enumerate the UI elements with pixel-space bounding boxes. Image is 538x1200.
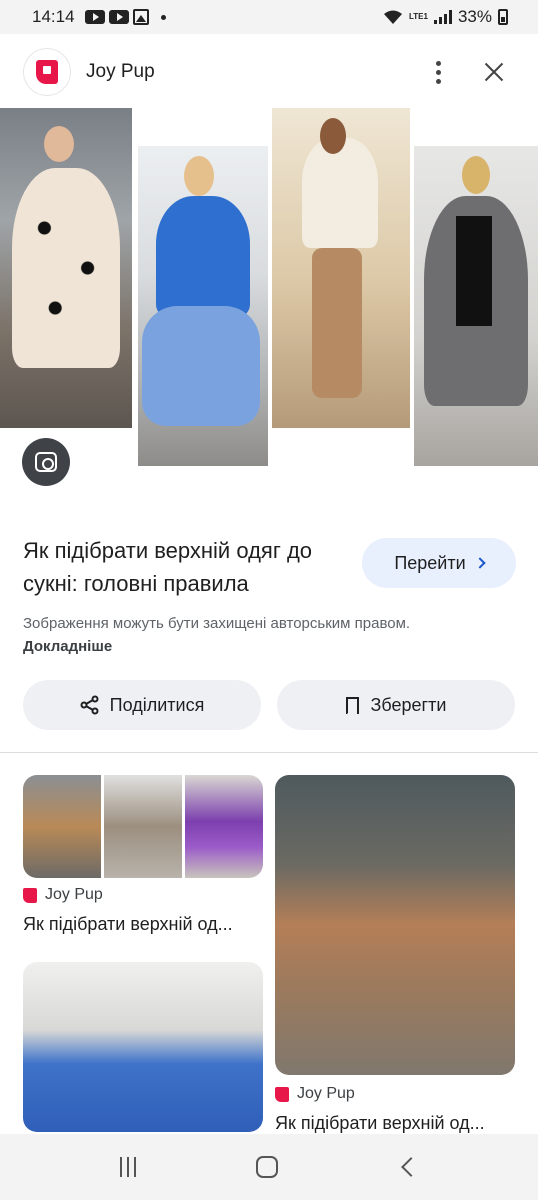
close-icon[interactable] bbox=[474, 52, 514, 92]
google-lens-icon[interactable] bbox=[22, 438, 70, 486]
chevron-right-icon bbox=[473, 557, 486, 569]
joy-pup-logo-icon bbox=[36, 60, 58, 84]
more-vert-icon[interactable] bbox=[418, 52, 458, 92]
share-button[interactable]: Поділитися bbox=[23, 680, 261, 730]
related-image[interactable] bbox=[275, 775, 515, 1075]
outfit-photo-heart-coat bbox=[0, 108, 132, 428]
save-label: Зберегти bbox=[370, 694, 447, 715]
related-source: Joy Pup bbox=[23, 886, 103, 904]
site-name[interactable]: Joy Pup bbox=[86, 61, 155, 83]
copyright-disclaimer: Зображення можуть бути захищені авторськ… bbox=[23, 612, 443, 658]
status-time: 14:14 bbox=[32, 7, 75, 26]
recent-apps-icon[interactable] bbox=[120, 1157, 136, 1177]
signal-icon bbox=[433, 10, 452, 24]
joy-pup-logo-icon bbox=[23, 887, 37, 903]
home-icon[interactable] bbox=[256, 1156, 278, 1178]
youtube-icon bbox=[84, 10, 105, 24]
share-icon bbox=[80, 695, 99, 715]
wifi-icon bbox=[384, 10, 402, 24]
youtube-icon bbox=[108, 10, 129, 24]
outfit-photo-blue-puffer bbox=[138, 146, 268, 466]
learn-more-link[interactable]: Докладніше bbox=[23, 638, 112, 655]
outfit-photo-grey-coat bbox=[414, 146, 538, 466]
notification-dot-icon bbox=[160, 14, 166, 20]
battery-percent: 33% bbox=[457, 7, 492, 26]
related-image[interactable] bbox=[23, 962, 263, 1132]
system-nav-bar bbox=[0, 1134, 538, 1200]
disclaimer-text: Зображення можуть бути захищені авторськ… bbox=[23, 615, 411, 632]
save-button[interactable]: Зберегти bbox=[277, 680, 515, 730]
related-image[interactable] bbox=[23, 775, 263, 878]
battery-icon bbox=[498, 9, 508, 25]
gallery-icon bbox=[132, 9, 149, 25]
joy-pup-logo-icon bbox=[275, 1086, 289, 1102]
related-source-name: Joy Pup bbox=[297, 1085, 355, 1102]
viewer-header: Joy Pup bbox=[0, 34, 538, 110]
related-source: Joy Pup bbox=[275, 1085, 355, 1103]
lte-label: LTE1 bbox=[409, 12, 428, 21]
visit-label: Перейти bbox=[394, 552, 466, 573]
status-bar: 14:14 LTE1 33% bbox=[0, 0, 538, 34]
related-caption[interactable]: Як підібрати верхній од... bbox=[275, 1113, 515, 1134]
visit-button[interactable]: Перейти bbox=[362, 538, 516, 588]
preview-image[interactable] bbox=[0, 108, 538, 518]
site-logo[interactable] bbox=[24, 49, 70, 95]
bookmark-icon bbox=[345, 696, 359, 715]
back-icon[interactable] bbox=[401, 1157, 421, 1177]
related-caption[interactable]: Як підібрати верхній од... bbox=[23, 914, 263, 935]
share-label: Поділитися bbox=[109, 694, 205, 715]
related-source-name: Joy Pup bbox=[45, 886, 103, 903]
section-divider bbox=[0, 752, 538, 753]
result-title[interactable]: Як підібрати верхній одяг до сукні: голо… bbox=[23, 534, 343, 600]
outfit-photo-shearling bbox=[272, 108, 410, 428]
